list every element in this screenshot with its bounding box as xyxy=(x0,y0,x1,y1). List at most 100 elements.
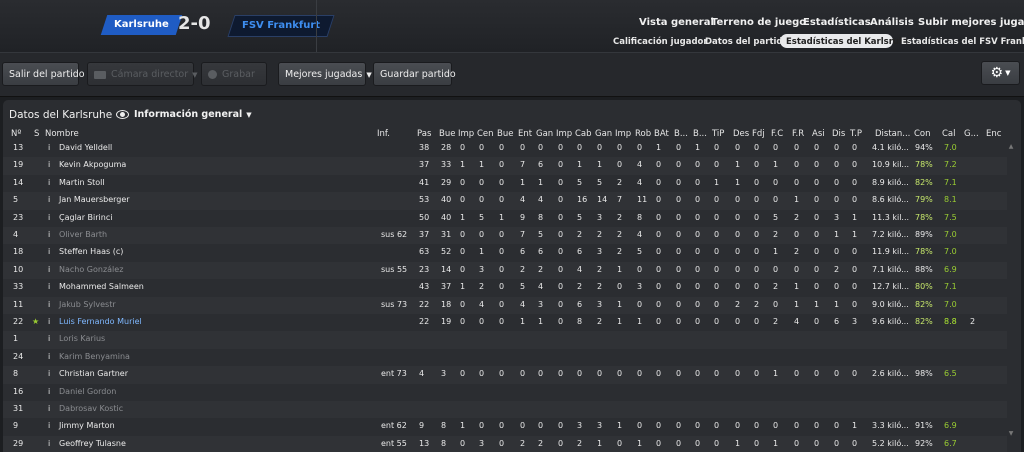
player-name[interactable]: Kevin Akpoguma xyxy=(59,160,126,169)
info-icon[interactable]: i xyxy=(48,213,50,222)
info-icon[interactable]: i xyxy=(48,369,50,378)
column-header[interactable]: Rob xyxy=(635,129,651,139)
table-row[interactable]: 5 i Jan Mauersberger 53 40 0 0 0 4 4 0 16 14 7 11 0 0 0 0 0… xyxy=(3,192,1007,210)
table-row[interactable]: 31 i Dabrosav Kostic xyxy=(3,401,1007,419)
player-name[interactable]: Karim Benyamina xyxy=(59,352,130,361)
tab-subir-mejores-jugadas[interactable]: Subir mejores jugadas xyxy=(918,17,1024,28)
info-icon[interactable]: i xyxy=(48,352,50,361)
table-row[interactable]: 33 i Mohammed Salmeen 43 37 1 2 0 5 4 0 2 2 0 3 0 0 0 0 0 0 2… xyxy=(3,279,1007,296)
column-header[interactable]: Inf. xyxy=(377,129,390,139)
table-row[interactable]: 9 i Jimmy Marton ent 62 9 8 1 0 0 0 0 0 3 3 1 0 0 0 0 0 0 0 0 0… xyxy=(3,418,1007,435)
table-row[interactable]: 29 i Geoffrey Tulasne ent 55 13 8 0 3 0 2 2 0 2 1 0 1 0 0… xyxy=(3,435,1007,452)
tab-estadisticas[interactable]: Estadísticas xyxy=(803,17,871,28)
player-name[interactable]: Daniel Gordon xyxy=(59,387,116,396)
player-name[interactable]: Jakub Sylvestr xyxy=(59,300,116,309)
info-icon[interactable]: i xyxy=(48,195,50,204)
column-header[interactable]: Con xyxy=(914,129,931,139)
player-name[interactable]: Christian Gartner xyxy=(59,369,128,378)
info-icon[interactable]: i xyxy=(48,265,50,274)
view-selector[interactable]: Información general ▼ xyxy=(116,109,252,120)
column-header[interactable]: BAt xyxy=(654,129,669,139)
table-row[interactable]: 4 i Oliver Barth sus 62 37 31 0 0 0 7 5 0 2 2 2 4 0 0 0 0 0 0… xyxy=(3,227,1007,245)
column-header[interactable]: Cal xyxy=(942,129,956,139)
scroll-down-icon[interactable]: ▼ xyxy=(1007,430,1015,437)
table-row[interactable]: 13 i David Yelldell 38 28 0 0 0 0 0 0 0 0 0 0 1 0 1 0 0 0 0 0 0… xyxy=(3,140,1007,157)
column-header[interactable]: Dis xyxy=(832,129,845,139)
info-icon[interactable]: i xyxy=(48,143,50,152)
subtab-calificacion-jugador[interactable]: Calificación jugador xyxy=(613,37,708,47)
subtab-datos-del-partido[interactable]: Datos del partido xyxy=(705,37,788,47)
table-row[interactable]: 16 i Daniel Gordon xyxy=(3,384,1007,401)
player-name[interactable]: Çaglar Birinci xyxy=(59,213,112,222)
table-row[interactable]: 1 i Loris Karius xyxy=(3,331,1007,349)
settings-button[interactable]: ⚙ ▼ xyxy=(981,61,1020,85)
column-header[interactable]: Imp xyxy=(615,129,631,139)
info-icon[interactable]: i xyxy=(48,439,50,448)
column-header[interactable]: Cab xyxy=(575,129,592,139)
column-header[interactable]: S xyxy=(34,129,39,139)
scroll-up-icon[interactable]: ▲ xyxy=(1007,143,1015,150)
column-header[interactable]: Gan xyxy=(595,129,612,139)
info-icon[interactable]: i xyxy=(48,247,50,256)
player-name[interactable]: Jan Mauersberger xyxy=(59,195,130,204)
tab-terreno-de-juego[interactable]: Terreno de juego xyxy=(711,17,806,28)
info-icon[interactable]: i xyxy=(48,387,50,396)
player-name[interactable]: Jimmy Marton xyxy=(59,421,115,430)
table-row[interactable]: 18 i Steffen Haas (c) 63 52 0 1 0 6 6 0 6 3 2 5 0 0 0 0 0 0 1… xyxy=(3,244,1007,261)
column-header[interactable]: Asi xyxy=(812,129,825,139)
info-icon[interactable]: i xyxy=(48,230,50,239)
player-name[interactable]: Mohammed Salmeen xyxy=(59,282,144,291)
table-row[interactable]: 23 i Çaglar Birinci 50 40 1 5 1 9 8 0 5 3 2 8 0 0 0 0 0 0 5 2 0… xyxy=(3,210,1007,227)
column-header[interactable]: Imp xyxy=(458,129,474,139)
table-row[interactable]: 22 ★ i Luis Fernando Muriel 22 19 0 0 0 1 1 0 8 2 1 1 0 0… xyxy=(3,314,1007,331)
column-header[interactable]: G... xyxy=(964,129,979,139)
info-icon[interactable]: i xyxy=(48,282,50,291)
column-header[interactable]: B... xyxy=(693,129,707,139)
column-header[interactable]: F.R xyxy=(792,129,804,139)
record-button[interactable]: Grabar xyxy=(201,62,267,86)
column-header[interactable]: Distan... xyxy=(875,129,910,139)
column-header[interactable]: Ent xyxy=(518,129,532,139)
player-name[interactable]: Martin Stoll xyxy=(59,178,105,187)
exit-match-button[interactable]: Salir del partido xyxy=(2,62,85,86)
info-icon[interactable]: i xyxy=(48,317,50,326)
info-icon[interactable]: i xyxy=(48,160,50,169)
player-name[interactable]: Loris Karius xyxy=(59,334,105,343)
player-name[interactable]: Geoffrey Tulasne xyxy=(59,439,126,448)
column-header[interactable]: Fdj xyxy=(752,129,765,139)
column-header[interactable]: Gan xyxy=(536,129,553,139)
column-header[interactable]: Des xyxy=(733,129,749,139)
info-icon[interactable]: i xyxy=(48,334,50,343)
table-row[interactable]: 24 i Karim Benyamina xyxy=(3,349,1007,366)
table-row[interactable]: 8 i Christian Gartner ent 73 4 3 0 0 0 0 0 0 0 0 0 0 0 0 0… xyxy=(3,366,1007,384)
table-row[interactable]: 11 i Jakub Sylvestr sus 73 22 18 0 4 0 4 3 0 6 3 1 0 0 0 0… xyxy=(3,296,1007,314)
save-match-button[interactable]: Guardar partido xyxy=(373,62,456,86)
column-header[interactable]: TiP xyxy=(712,129,724,139)
home-team-badge[interactable]: Karlsruhe xyxy=(100,15,183,35)
table-scrollbar[interactable]: ▲ ▼ xyxy=(1007,140,1015,440)
player-name[interactable]: David Yelldell xyxy=(59,143,112,152)
column-header[interactable]: Nombre xyxy=(45,129,79,139)
highlights-button[interactable]: Mejores jugadas ▼ xyxy=(278,62,372,86)
away-team-badge[interactable]: FSV Frankfurt xyxy=(227,15,335,37)
player-name[interactable]: Luis Fernando Muriel xyxy=(59,317,142,326)
tab-analisis[interactable]: Análisis xyxy=(870,17,914,28)
info-icon[interactable]: i xyxy=(48,404,50,413)
column-header[interactable]: Bue xyxy=(439,129,455,139)
column-header[interactable]: Enc xyxy=(986,129,1001,139)
player-name[interactable]: Nacho González xyxy=(59,265,123,274)
director-camera-button[interactable]: Cámara director ▼ xyxy=(87,62,198,86)
table-row[interactable]: 19 i Kevin Akpoguma 37 33 1 1 0 7 6 0 1 1 0 4 0 0 0 0 1 0 1 0 0… xyxy=(3,157,1007,175)
subtab-estadisticas-karlsruhe[interactable]: Estadísticas del Karlsruhe xyxy=(786,37,911,47)
column-header[interactable]: Imp xyxy=(556,129,572,139)
tab-vista-general[interactable]: Vista general xyxy=(639,17,714,28)
column-header[interactable]: B... xyxy=(674,129,688,139)
column-header[interactable]: F.C xyxy=(771,129,783,139)
column-header[interactable]: Pas xyxy=(417,129,431,139)
column-header[interactable]: Nº xyxy=(11,129,21,139)
column-header[interactable]: Cen xyxy=(477,129,494,139)
table-row[interactable]: 10 i Nacho González sus 55 23 14 0 3 0 2 2 0 4 2 1 0 0 0 0… xyxy=(3,261,1007,280)
player-name[interactable]: Oliver Barth xyxy=(59,230,107,239)
player-name[interactable]: Dabrosav Kostic xyxy=(59,404,123,413)
column-header[interactable]: T.P xyxy=(850,129,862,139)
